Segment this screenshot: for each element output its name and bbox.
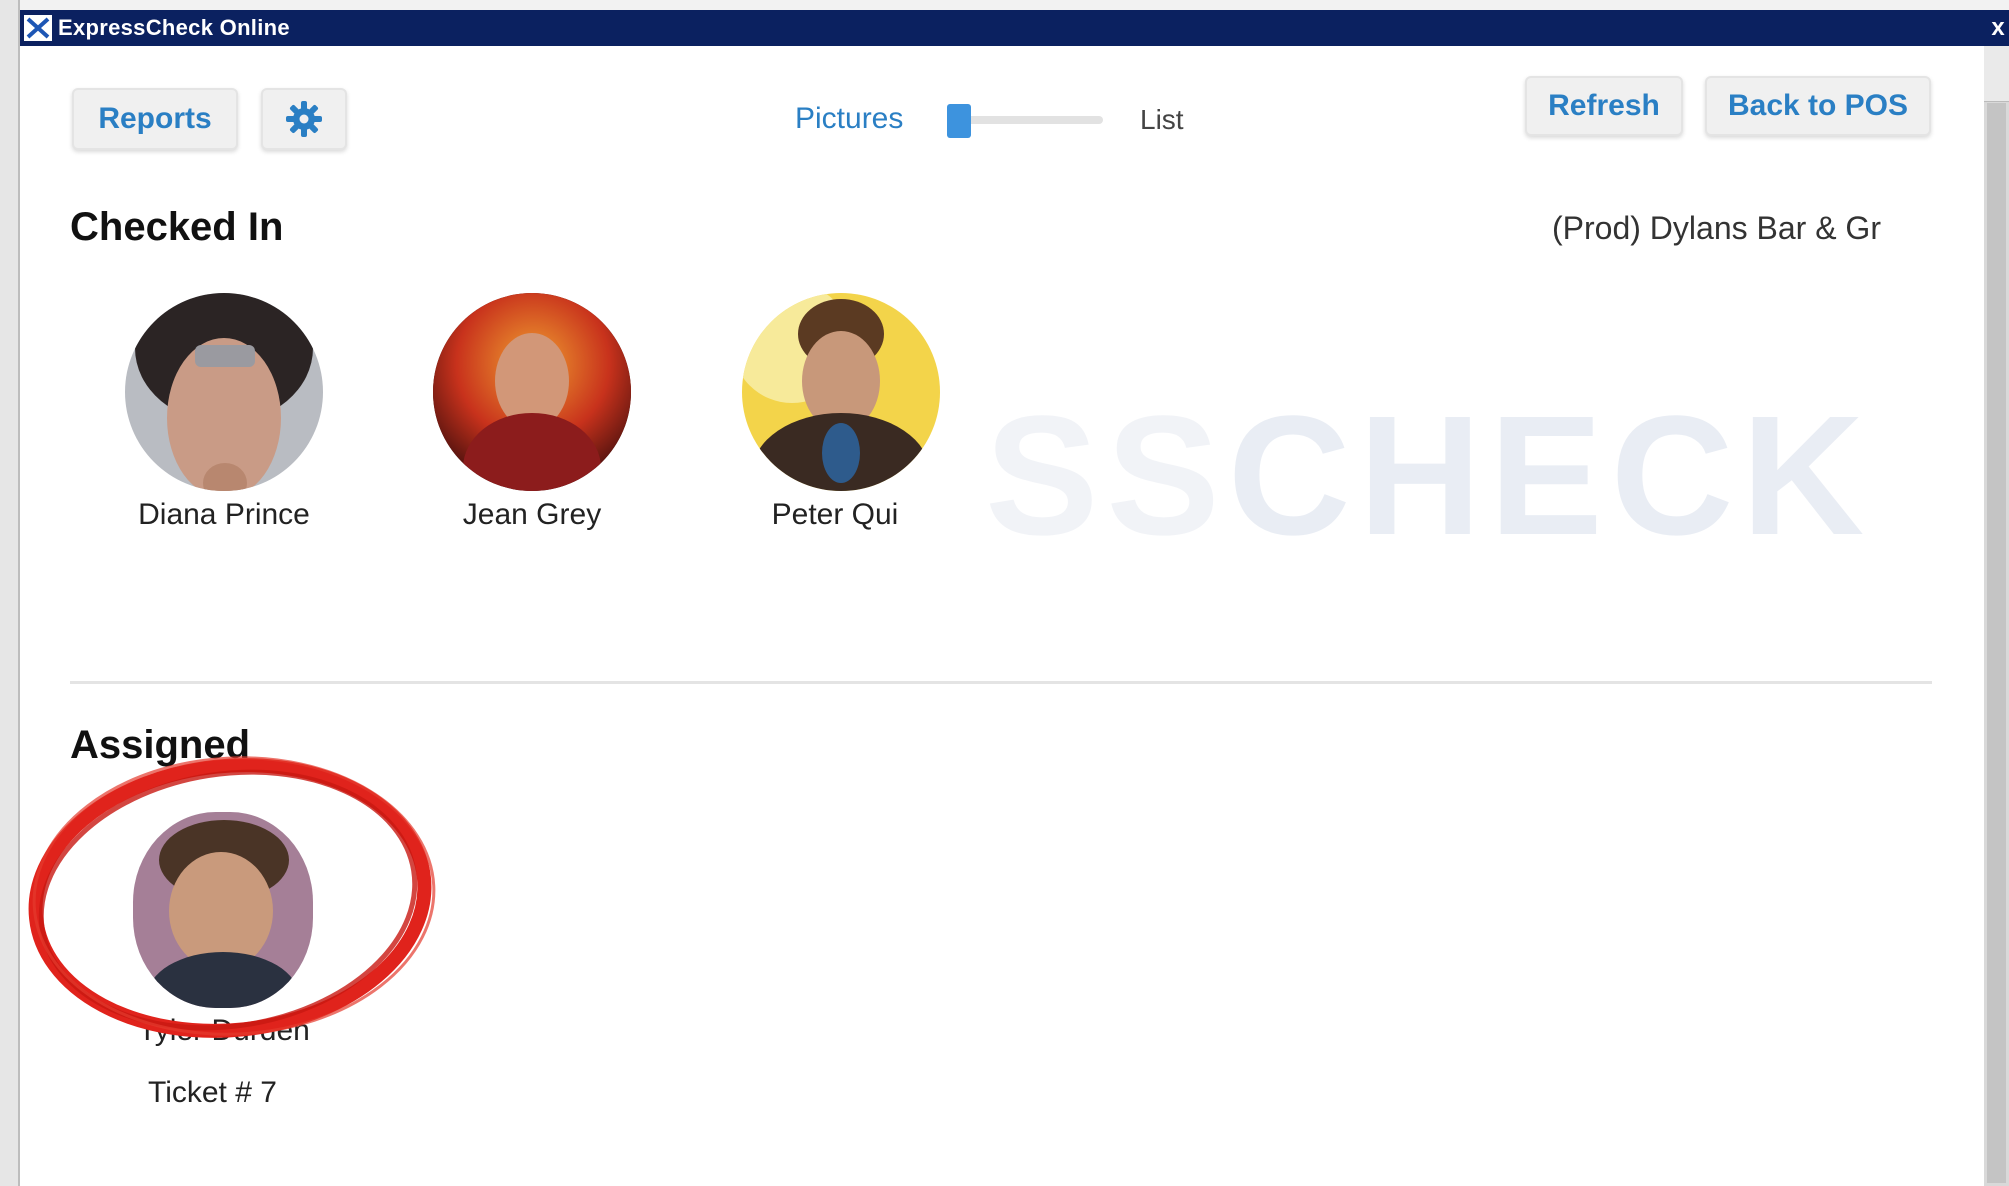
- pictures-toggle-label: Pictures: [795, 102, 904, 135]
- window-title: ExpressCheck Online: [58, 15, 290, 40]
- checked-in-person[interactable]: [125, 293, 323, 491]
- avatar: [133, 812, 313, 1008]
- checked-in-person[interactable]: [433, 293, 631, 491]
- gear-icon: [286, 101, 322, 137]
- checked-in-heading: Checked In: [70, 205, 284, 249]
- avatar: [742, 293, 940, 491]
- avatar: [433, 293, 631, 491]
- scroll-up-arrow[interactable]: [1984, 46, 2009, 102]
- vertical-scrollbar[interactable]: [1984, 46, 2009, 1186]
- person-name: Diana Prince: [138, 498, 310, 531]
- person-name: Peter Qui: [771, 498, 899, 531]
- list-toggle-label: List: [1140, 104, 1184, 135]
- watermark-logo: SSCHECK: [985, 381, 1873, 571]
- view-mode-slider[interactable]: [948, 116, 1103, 124]
- title-bar: ExpressCheck Online: [20, 10, 2009, 46]
- assigned-heading: Assigned: [70, 723, 251, 767]
- reports-button[interactable]: Reports: [72, 88, 238, 150]
- settings-button[interactable]: [261, 88, 347, 150]
- location-label: (Prod) Dylans Bar & Gr: [1552, 210, 1881, 246]
- view-mode-slider-handle[interactable]: [947, 104, 971, 138]
- back-to-pos-button[interactable]: Back to POS: [1705, 76, 1931, 136]
- section-divider: [70, 681, 1932, 684]
- refresh-button[interactable]: Refresh: [1525, 76, 1683, 136]
- person-name: Tyler Durden: [138, 1014, 310, 1047]
- assigned-person[interactable]: [133, 812, 313, 1008]
- person-name: Jean Grey: [462, 498, 602, 531]
- window-top-edge: [20, 0, 2009, 10]
- checked-in-person[interactable]: [742, 293, 940, 491]
- scroll-thumb[interactable]: [1987, 103, 2006, 1183]
- close-icon[interactable]: x: [1988, 14, 2008, 42]
- ticket-number: Ticket # 7: [148, 1076, 277, 1109]
- avatar: [125, 293, 323, 491]
- window-left-edge: [0, 0, 20, 1186]
- app-logo-icon: [24, 15, 52, 41]
